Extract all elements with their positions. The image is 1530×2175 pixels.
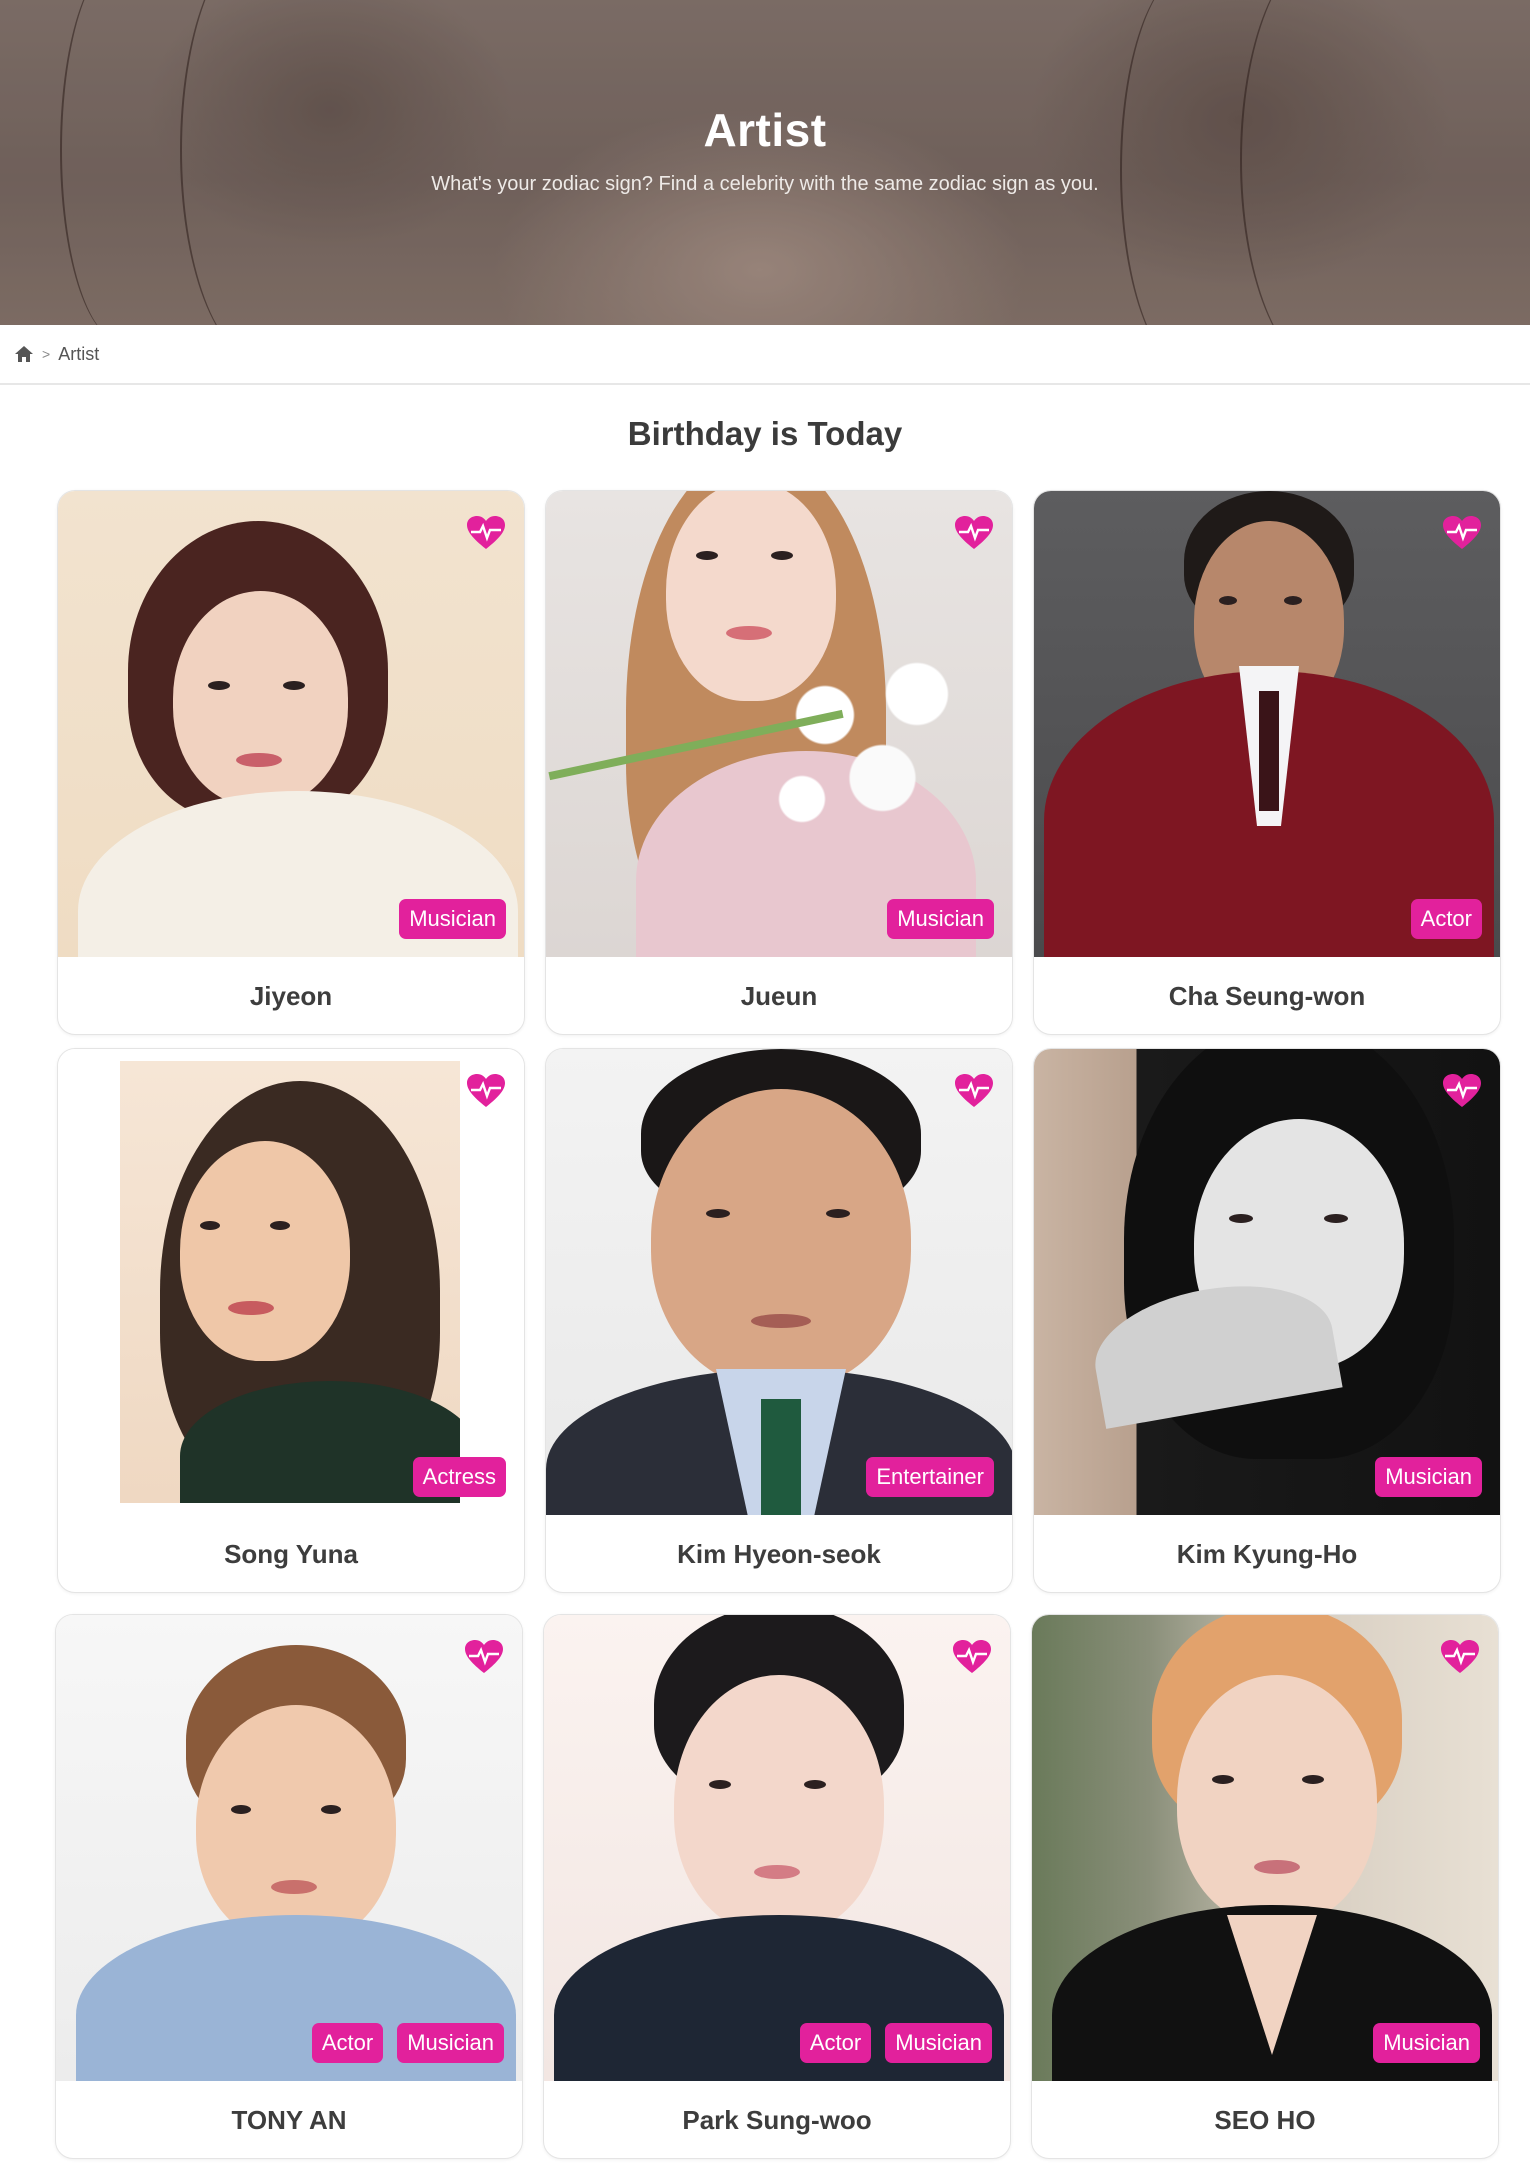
category-tag[interactable]: Musician	[887, 899, 994, 939]
artist-photo[interactable]	[1034, 491, 1500, 957]
tag-list: Actress	[412, 1457, 506, 1497]
category-tag[interactable]: Musician	[885, 2023, 992, 2063]
artist-card[interactable]: Musician Jiyeon	[57, 490, 525, 1035]
category-tag[interactable]: Musician	[1373, 2023, 1480, 2063]
category-tag[interactable]: Musician	[397, 2023, 504, 2063]
artist-card[interactable]: Musician SEO HO	[1031, 1614, 1499, 2159]
artist-photo[interactable]	[56, 1615, 522, 2081]
artist-name[interactable]: Kim Kyung-Ho	[1034, 1515, 1500, 1592]
tag-list: Actor Musician	[799, 2023, 992, 2063]
tag-list: Musician	[1373, 2023, 1480, 2063]
artist-card[interactable]: Actor Cha Seung-won	[1033, 490, 1501, 1035]
tag-list: Musician	[399, 899, 506, 939]
tag-list: Musician	[887, 899, 994, 939]
artist-name[interactable]: Cha Seung-won	[1034, 957, 1500, 1034]
heart-icon[interactable]	[1442, 515, 1482, 551]
artist-photo[interactable]	[546, 491, 1012, 957]
category-tag[interactable]: Entertainer	[866, 1457, 994, 1497]
artist-card[interactable]: Entertainer Kim Hyeon-seok	[545, 1048, 1013, 1593]
artist-photo[interactable]	[58, 491, 524, 957]
artist-photo[interactable]	[58, 1049, 524, 1515]
category-tag[interactable]: Actor	[311, 2023, 384, 2063]
artist-name[interactable]: SEO HO	[1032, 2081, 1498, 2158]
artist-grid: Musician Jiyeon Musician Jueun Actor Cha…	[0, 0, 1530, 2175]
category-tag[interactable]: Musician	[399, 899, 506, 939]
category-tag[interactable]: Actor	[1410, 899, 1482, 939]
heart-icon[interactable]	[466, 515, 506, 551]
artist-name[interactable]: Kim Hyeon-seok	[546, 1515, 1012, 1592]
heart-icon[interactable]	[954, 515, 994, 551]
category-tag[interactable]: Actress	[412, 1457, 506, 1497]
tag-list: Entertainer	[866, 1457, 994, 1497]
heart-icon[interactable]	[952, 1639, 992, 1675]
heart-icon[interactable]	[466, 1073, 506, 1109]
heart-icon[interactable]	[1442, 1073, 1482, 1109]
heart-icon[interactable]	[464, 1639, 504, 1675]
category-tag[interactable]: Musician	[1375, 1457, 1482, 1497]
category-tag[interactable]: Actor	[799, 2023, 872, 2063]
heart-icon[interactable]	[1440, 1639, 1480, 1675]
tag-list: Musician	[1375, 1457, 1482, 1497]
artist-card[interactable]: Actor Musician TONY AN	[55, 1614, 523, 2159]
artist-name[interactable]: Park Sung-woo	[544, 2081, 1010, 2158]
tag-list: Actor	[1410, 899, 1482, 939]
artist-card[interactable]: Actress Song Yuna	[57, 1048, 525, 1593]
artist-name[interactable]: TONY AN	[56, 2081, 522, 2158]
artist-photo[interactable]	[544, 1615, 1010, 2081]
artist-name[interactable]: Jueun	[546, 957, 1012, 1034]
artist-photo[interactable]	[1034, 1049, 1500, 1515]
tag-list: Actor Musician	[311, 2023, 504, 2063]
artist-photo[interactable]	[546, 1049, 1012, 1515]
artist-card[interactable]: Actor Musician Park Sung-woo	[543, 1614, 1011, 2159]
artist-name[interactable]: Song Yuna	[58, 1515, 524, 1592]
artist-name[interactable]: Jiyeon	[58, 957, 524, 1034]
heart-icon[interactable]	[954, 1073, 994, 1109]
artist-card[interactable]: Musician Kim Kyung-Ho	[1033, 1048, 1501, 1593]
artist-photo[interactable]	[1032, 1615, 1498, 2081]
artist-card[interactable]: Musician Jueun	[545, 490, 1013, 1035]
